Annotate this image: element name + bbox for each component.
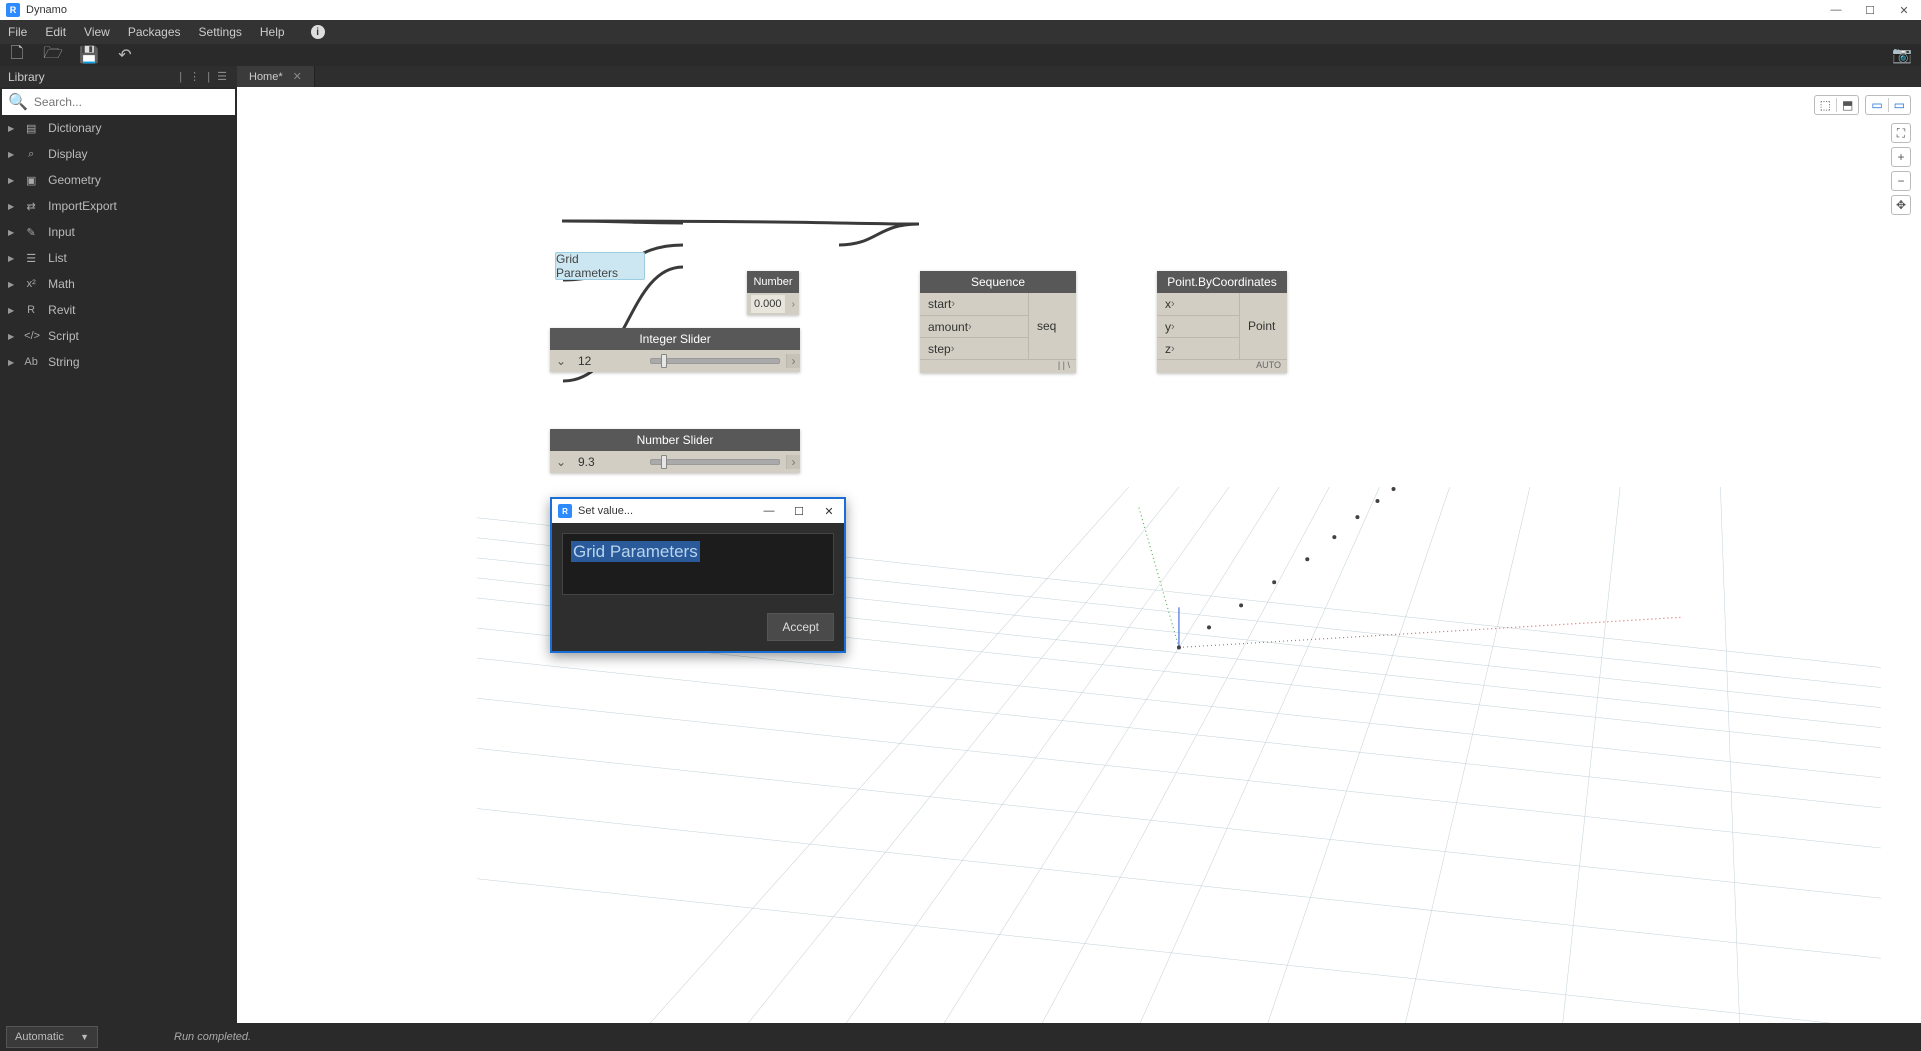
number-slider-value[interactable]: 9.3 [572, 455, 644, 469]
library-view-icons[interactable]: | ⋮ | ☰ [179, 70, 229, 83]
output-port-icon[interactable]: › [786, 455, 800, 469]
category-geometry[interactable]: ▶▣Geometry [0, 167, 237, 193]
node-number-slider[interactable]: Number Slider ⌄ 9.3 › [550, 429, 800, 473]
category-revit[interactable]: ▶RRevit [0, 297, 237, 323]
number-slider-track[interactable] [650, 459, 780, 465]
chevron-right-icon: › [1171, 343, 1175, 355]
node-point-by-coordinates[interactable]: Point.ByCoordinates x› y› z› Point AUTO [1157, 271, 1287, 373]
category-input[interactable]: ▶✎Input [0, 219, 237, 245]
status-bar: Automatic ▼ Run completed. [0, 1023, 1921, 1051]
chevron-right-icon: › [951, 298, 955, 310]
pan-button[interactable]: ✥ [1891, 195, 1911, 215]
port-step[interactable]: step [928, 342, 951, 356]
toolbar: 🗋 🗁 💾 ↶ 📷 [0, 44, 1921, 66]
dialog-titlebar[interactable]: R Set value... — ☐ ✕ [552, 499, 844, 523]
integer-slider-value[interactable]: 12 [572, 354, 644, 368]
set-value-dialog[interactable]: R Set value... — ☐ ✕ Grid Parameters Acc… [550, 497, 846, 653]
library-header: Library | ⋮ | ☰ [0, 66, 237, 87]
slider-expand-icon[interactable]: ⌄ [550, 455, 572, 469]
port-start[interactable]: start [928, 297, 951, 311]
chevron-right-icon: › [951, 343, 955, 355]
category-dictionary[interactable]: ▶▤Dictionary [0, 115, 237, 141]
menu-file[interactable]: File [8, 25, 27, 39]
app-icon: R [6, 3, 20, 17]
group-note[interactable]: Grid Parameters [555, 252, 645, 280]
view-3d-toggle[interactable]: ⬚⬒ [1814, 95, 1860, 115]
category-math[interactable]: ▶x²Math [0, 271, 237, 297]
new-file-icon[interactable]: 🗋 [8, 46, 26, 64]
library-sidebar: Library | ⋮ | ☰ 🔍 ▶▤Dictionary ▶⌕Display… [0, 66, 237, 1023]
minimize-button[interactable]: — [1819, 0, 1853, 20]
view-nav-toggle[interactable]: ▭▭ [1865, 95, 1911, 115]
output-port-icon[interactable]: › [786, 354, 800, 368]
window-titlebar: R Dynamo — ☐ ✕ [0, 0, 1921, 20]
undo-icon[interactable]: ↶ [116, 46, 134, 64]
category-string[interactable]: ▶AbString [0, 349, 237, 375]
library-category-list: ▶▤Dictionary ▶⌕Display ▶▣Geometry ▶⇄Impo… [0, 115, 237, 1023]
port-amount[interactable]: amount [928, 320, 968, 334]
chevron-right-icon: › [968, 321, 972, 333]
node-number-slider-header: Number Slider [550, 429, 800, 451]
graph-canvas[interactable]: ⬚⬒ ▭▭ ⛶ + − ✥ [237, 87, 1921, 1023]
run-mode-label: Automatic [15, 1031, 64, 1043]
chevron-right-icon: › [1171, 321, 1175, 333]
node-integer-slider[interactable]: Integer Slider ⌄ 12 › [550, 328, 800, 372]
screenshot-icon[interactable]: 📷 [1893, 46, 1911, 64]
category-display[interactable]: ▶⌕Display [0, 141, 237, 167]
port-point[interactable]: Point [1248, 319, 1275, 333]
node-sequence-header: Sequence [920, 271, 1076, 293]
menu-edit[interactable]: Edit [45, 25, 66, 39]
library-title: Library [8, 70, 45, 84]
chevron-right-icon: › [1171, 298, 1175, 310]
dialog-maximize-button[interactable]: ☐ [784, 499, 814, 523]
lacing-indicator[interactable]: AUTO [1157, 359, 1287, 373]
library-search[interactable]: 🔍 [2, 89, 235, 115]
category-list[interactable]: ▶☰List [0, 245, 237, 271]
save-file-icon[interactable]: 💾 [80, 46, 98, 64]
menu-help[interactable]: Help [260, 25, 285, 39]
status-message: Run completed. [174, 1031, 251, 1043]
slider-expand-icon[interactable]: ⌄ [550, 354, 572, 368]
info-icon[interactable]: i [311, 25, 325, 39]
menu-settings[interactable]: Settings [199, 25, 242, 39]
node-number-header: Number [747, 271, 799, 293]
tab-label: Home* [249, 71, 283, 83]
dialog-text-input[interactable]: Grid Parameters [562, 533, 834, 595]
run-mode-dropdown[interactable]: Automatic ▼ [6, 1026, 98, 1048]
dialog-minimize-button[interactable]: — [754, 499, 784, 523]
open-file-icon[interactable]: 🗁 [44, 46, 62, 64]
node-sequence[interactable]: Sequence start› amount› step› seq | | \ [920, 271, 1076, 373]
search-icon: 🔍 [8, 92, 28, 112]
dialog-app-icon: R [558, 504, 572, 518]
chevron-down-icon: ▼ [80, 1032, 89, 1042]
dialog-title: Set value... [578, 505, 633, 517]
dialog-close-button[interactable]: ✕ [814, 499, 844, 523]
maximize-button[interactable]: ☐ [1853, 0, 1887, 20]
menu-packages[interactable]: Packages [128, 25, 181, 39]
accept-button[interactable]: Accept [767, 613, 834, 641]
lacing-indicator[interactable]: | | \ [920, 359, 1076, 373]
menu-bar: File Edit View Packages Settings Help i [0, 20, 1921, 44]
node-point-header: Point.ByCoordinates [1157, 271, 1287, 293]
fit-view-button[interactable]: ⛶ [1891, 123, 1911, 143]
window-title: Dynamo [26, 4, 67, 16]
tab-close-icon[interactable]: ✕ [293, 70, 302, 83]
category-script[interactable]: ▶</>Script [0, 323, 237, 349]
zoom-out-button[interactable]: − [1891, 171, 1911, 191]
tab-home[interactable]: Home* ✕ [237, 66, 315, 87]
integer-slider-track[interactable] [650, 358, 780, 364]
node-number[interactable]: Number 0.000 › [747, 271, 799, 315]
workspace-tabs: Home* ✕ [237, 66, 1921, 87]
category-importexport[interactable]: ▶⇄ImportExport [0, 193, 237, 219]
node-integer-slider-header: Integer Slider [550, 328, 800, 350]
zoom-in-button[interactable]: + [1891, 147, 1911, 167]
port-seq[interactable]: seq [1037, 319, 1056, 333]
menu-view[interactable]: View [84, 25, 110, 39]
search-input[interactable] [34, 95, 229, 109]
close-button[interactable]: ✕ [1887, 0, 1921, 20]
node-number-value[interactable]: 0.000 [751, 295, 785, 313]
dialog-input-value: Grid Parameters [571, 541, 700, 562]
